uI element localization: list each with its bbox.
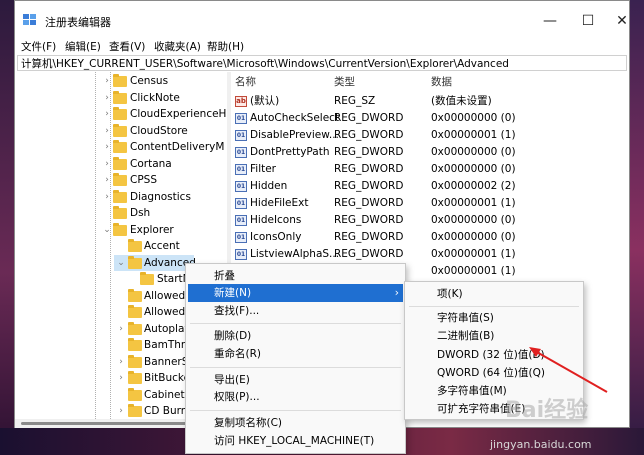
string-value-icon: ab [235, 96, 247, 107]
menu-item-rename[interactable]: 重命名(R) [188, 345, 403, 363]
context-menu: 折叠 新建(N) › 查找(F)... 删除(D) 重命名(R) 导出(E) 权限… [185, 263, 406, 454]
folder-icon [113, 173, 127, 186]
value-row[interactable]: 01 Hidden REG_DWORD 0x00000002 (2) [231, 178, 629, 195]
folder-icon [128, 338, 142, 351]
value-row[interactable]: 01 DisablePreview... REG_DWORD 0x00000001 (… [231, 127, 629, 144]
menu-item-binary-value[interactable]: 二进制值(B) [407, 327, 581, 345]
tree-item-contentdeliverymanager[interactable]: › ContentDeliveryM [15, 139, 226, 155]
menu-bar: 文件(F) 编辑(E) 查看(V) 收藏夹(A) 帮助(H) [15, 38, 629, 54]
folder-icon [113, 91, 127, 104]
tree-item-clicknote[interactable]: › ClickNote [15, 90, 226, 106]
desktop-wallpaper-right [630, 0, 644, 455]
menu-edit[interactable]: 编辑(E) [65, 39, 101, 54]
dword-value-icon: 01 [235, 215, 247, 226]
dword-value-icon: 01 [235, 198, 247, 209]
value-row[interactable]: 01 HideFileExt REG_DWORD 0x00000001 (1) [231, 195, 629, 212]
menu-item-permissions[interactable]: 权限(P)... [188, 388, 403, 406]
folder-icon [128, 355, 142, 368]
folder-icon [113, 206, 127, 219]
folder-icon [113, 140, 127, 153]
menu-separator [409, 306, 579, 307]
dword-value-icon: 01 [235, 249, 247, 260]
value-row[interactable]: 01 IconsOnly REG_DWORD 0x00000000 (0) [231, 229, 629, 246]
column-header-name[interactable]: 名称 [235, 74, 256, 90]
tree-item-advanced[interactable]: ⌄ Advanced [114, 255, 196, 271]
menu-file[interactable]: 文件(F) [21, 39, 56, 54]
dword-value-icon: 01 [235, 147, 247, 158]
registry-editor-icon [23, 14, 36, 25]
expanded-chevron-icon[interactable]: ⌄ [103, 222, 111, 238]
tree-item-cpss[interactable]: › CPSS [15, 172, 226, 188]
menu-item-new-key[interactable]: 项(K) [407, 285, 581, 303]
dword-value-icon: 01 [235, 164, 247, 175]
menu-separator [190, 367, 401, 368]
menu-item-copy-key-name[interactable]: 复制项名称(C) [188, 414, 403, 432]
watermark-text: jingyan.baidu.com [490, 438, 592, 451]
folder-icon [113, 74, 127, 87]
menu-item-export[interactable]: 导出(E) [188, 371, 403, 389]
tree-item-cortana[interactable]: › Cortana [15, 156, 226, 172]
tree-item-explorer[interactable]: ⌄ Explorer [15, 222, 226, 238]
menu-item-new[interactable]: 新建(N) › [188, 284, 403, 302]
column-header-data[interactable]: 数据 [431, 74, 452, 90]
desktop-wallpaper-left [0, 0, 14, 455]
value-row[interactable]: 01 DontPrettyPath REG_DWORD 0x00000000 (0) [231, 144, 629, 161]
folder-icon [128, 322, 142, 335]
tree-item-accent[interactable]: Accent [15, 238, 226, 254]
window-title: 注册表编辑器 [45, 16, 111, 29]
folder-icon [128, 256, 142, 269]
title-bar[interactable]: 注册表编辑器 — ☐ ✕ [15, 1, 629, 38]
folder-icon [113, 157, 127, 170]
menu-item-find[interactable]: 查找(F)... [188, 302, 403, 320]
close-button[interactable]: ✕ [602, 7, 642, 35]
scrollbar-thumb[interactable] [21, 422, 211, 425]
address-bar[interactable]: 计算机\HKEY_CURRENT_USER\Software\Microsoft… [17, 55, 627, 71]
tree-item-cloudstore[interactable]: › CloudStore [15, 123, 226, 139]
menu-separator [190, 410, 401, 411]
dword-value-icon: 01 [235, 130, 247, 141]
folder-icon [128, 289, 142, 302]
menu-item-collapse[interactable]: 折叠 [188, 267, 403, 285]
dword-value-icon: 01 [235, 181, 247, 192]
value-row[interactable]: 01 HideIcons REG_DWORD 0x00000000 (0) [231, 212, 629, 229]
menu-favorites[interactable]: 收藏夹(A) [154, 39, 201, 54]
folder-icon [128, 388, 142, 401]
folder-icon [128, 371, 142, 384]
value-row[interactable]: ab (默认) REG_SZ (数值未设置) [231, 93, 629, 110]
folder-icon [128, 404, 142, 417]
tree-item-diagnostics[interactable]: › Diagnostics [15, 189, 226, 205]
folder-icon [128, 239, 142, 252]
annotation-arrow-icon [529, 347, 608, 393]
dword-value-icon: 01 [235, 232, 247, 243]
menu-help[interactable]: 帮助(H) [207, 39, 244, 54]
menu-item-delete[interactable]: 删除(D) [188, 327, 403, 345]
value-row[interactable]: 01 AutoCheckSelect REG_DWORD 0x00000000 (0) [231, 110, 629, 127]
menu-separator [190, 323, 401, 324]
minimize-button[interactable]: — [530, 7, 570, 35]
menu-item-string-value[interactable]: 字符串值(S) [407, 309, 581, 327]
menu-view[interactable]: 查看(V) [109, 39, 145, 54]
folder-icon [128, 305, 142, 318]
folder-icon [140, 272, 154, 285]
tree-item-census[interactable]: › Census [15, 73, 226, 89]
folder-icon [113, 107, 127, 120]
folder-icon [113, 124, 127, 137]
submenu-arrow-icon: › [394, 287, 399, 299]
expanded-chevron-icon[interactable]: ⌄ [117, 255, 125, 271]
column-header-type[interactable]: 类型 [334, 74, 355, 90]
menu-item-goto-hklm[interactable]: 访问 HKEY_LOCAL_MACHINE(T) [188, 432, 403, 450]
tree-item-cloudexperiencehost[interactable]: › CloudExperienceH [15, 106, 226, 122]
tree-item-dsh[interactable]: Dsh [15, 205, 226, 221]
value-row[interactable]: 01 Filter REG_DWORD 0x00000000 (0) [231, 161, 629, 178]
baidu-watermark-logo: Bai经验 [505, 398, 589, 423]
folder-icon [113, 190, 127, 203]
folder-icon [113, 223, 127, 236]
value-row[interactable]: 01 ListviewAlphaS... REG_DWORD 0x00000001 (… [231, 246, 629, 263]
dword-value-icon: 01 [235, 113, 247, 124]
